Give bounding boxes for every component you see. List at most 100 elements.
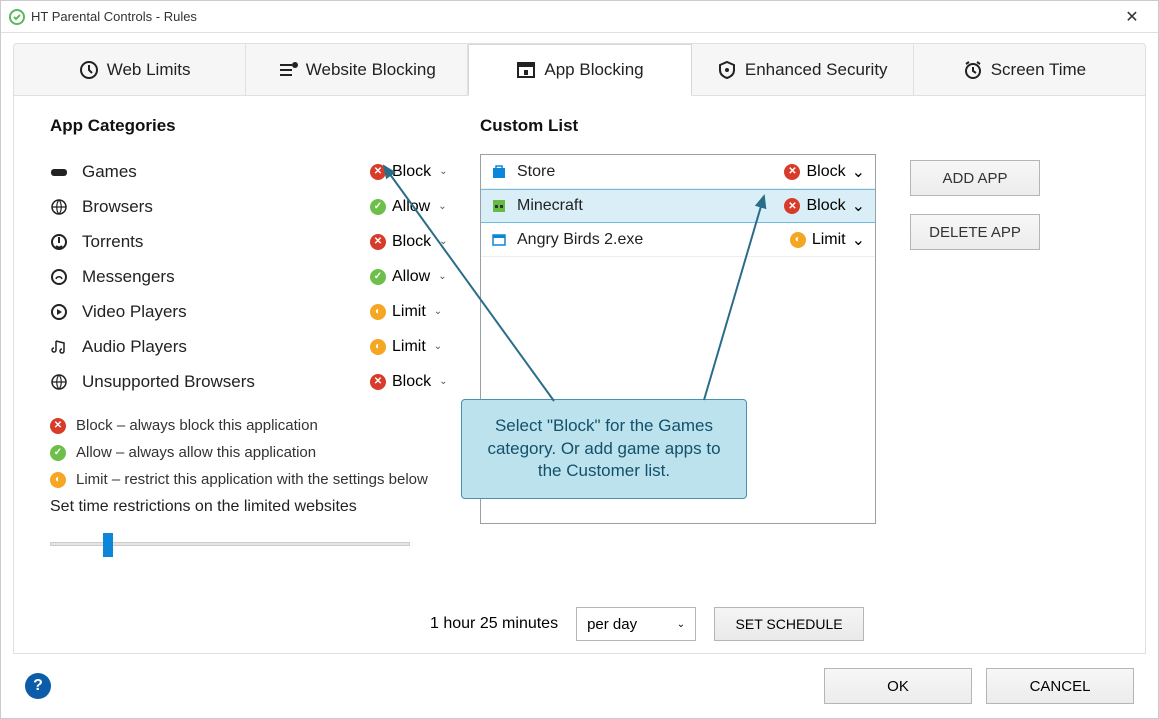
legend-allow: ✓Allow – always allow this application bbox=[50, 444, 460, 461]
chevron-down-icon: ⌄ bbox=[439, 236, 447, 247]
chevron-down-icon: ⌄ bbox=[852, 230, 865, 250]
hint-callout: Select "Block" for the Games category. O… bbox=[461, 399, 747, 499]
limit-icon: ◐ bbox=[50, 472, 66, 488]
app-categories-heading: App Categories bbox=[50, 116, 460, 136]
category-name: Browsers bbox=[82, 197, 370, 217]
content-panel: App Categories Games ✕Block⌄ Browsers ✓A… bbox=[13, 95, 1146, 654]
close-button[interactable]: ✕ bbox=[1114, 7, 1150, 27]
tab-label: Screen Time bbox=[991, 60, 1086, 80]
time-slider[interactable] bbox=[50, 542, 410, 546]
category-name: Video Players bbox=[82, 302, 370, 322]
tab-screen-time[interactable]: Screen Time bbox=[914, 44, 1135, 95]
app-name: Minecraft bbox=[517, 197, 784, 215]
app-window: HT Parental Controls - Rules ✕ Web Limit… bbox=[0, 0, 1159, 719]
time-text: 1 hour 25 minutes bbox=[430, 615, 558, 633]
tab-app-blocking[interactable]: App Blocking bbox=[468, 44, 691, 96]
titlebar: HT Parental Controls - Rules ✕ bbox=[1, 1, 1158, 33]
chat-icon bbox=[50, 268, 68, 286]
list-item-minecraft[interactable]: Minecraft ✕Block⌄ bbox=[481, 189, 875, 223]
legend-block: ✕Block – always block this application bbox=[50, 417, 460, 434]
allow-icon: ✓ bbox=[370, 199, 386, 215]
globe-icon bbox=[50, 198, 68, 216]
tab-label: Website Blocking bbox=[306, 60, 436, 80]
chevron-down-icon: ⌄ bbox=[852, 196, 865, 216]
music-icon bbox=[50, 338, 68, 356]
help-button[interactable]: ? bbox=[25, 673, 51, 699]
list-item-store[interactable]: Store ✕Block⌄ bbox=[481, 155, 875, 189]
category-action-dropdown[interactable]: ◐Limit⌄ bbox=[370, 338, 460, 356]
custom-list-buttons-column: ADD APP DELETE APP bbox=[890, 116, 1109, 643]
chevron-down-icon: ⌄ bbox=[439, 166, 447, 177]
chevron-down-icon: ⌄ bbox=[434, 341, 442, 352]
play-icon bbox=[50, 303, 68, 321]
block-icon: ✕ bbox=[784, 164, 800, 180]
allow-icon: ✓ bbox=[50, 445, 66, 461]
category-action-dropdown[interactable]: ✕Block⌄ bbox=[370, 233, 460, 251]
block-icon: ✕ bbox=[784, 198, 800, 214]
tab-label: Enhanced Security bbox=[745, 60, 888, 80]
tab-label: App Blocking bbox=[544, 60, 643, 80]
category-action-dropdown[interactable]: ✕Block⌄ bbox=[370, 163, 460, 181]
list-action-dropdown[interactable]: ◐Limit⌄ bbox=[790, 230, 865, 250]
category-action-dropdown[interactable]: ◐Limit⌄ bbox=[370, 303, 460, 321]
category-row-audio-players: Audio Players ◐Limit⌄ bbox=[50, 329, 460, 364]
window-title: HT Parental Controls - Rules bbox=[31, 9, 1114, 24]
app-logo-icon bbox=[9, 9, 25, 25]
slider-thumb[interactable] bbox=[103, 533, 113, 557]
custom-list-heading: Custom List bbox=[480, 116, 890, 136]
block-icon: ✕ bbox=[370, 374, 386, 390]
chevron-down-icon: ⌄ bbox=[438, 271, 446, 282]
app-categories-column: App Categories Games ✕Block⌄ Browsers ✓A… bbox=[50, 116, 460, 643]
category-row-messengers: Messengers ✓Allow⌄ bbox=[50, 259, 460, 294]
category-row-browsers: Browsers ✓Allow⌄ bbox=[50, 189, 460, 224]
app-name: Angry Birds 2.exe bbox=[517, 231, 790, 249]
time-restriction-controls: 1 hour 25 minutes per day⌄ SET SCHEDULE bbox=[50, 607, 1109, 641]
limit-icon: ◐ bbox=[370, 339, 386, 355]
chevron-down-icon: ⌄ bbox=[434, 306, 442, 317]
slider-label: Set time restrictions on the limited web… bbox=[50, 498, 460, 516]
chevron-down-icon: ⌄ bbox=[852, 162, 865, 182]
tab-bar: Web Limits Website Blocking App Blocking… bbox=[13, 43, 1146, 95]
tab-label: Web Limits bbox=[107, 60, 191, 80]
dialog-footer: ? OK CANCEL bbox=[1, 654, 1158, 718]
list-action-dropdown[interactable]: ✕Block⌄ bbox=[784, 162, 865, 182]
limit-icon: ◐ bbox=[790, 232, 806, 248]
category-row-video-players: Video Players ◐Limit⌄ bbox=[50, 294, 460, 329]
cancel-button[interactable]: CANCEL bbox=[986, 668, 1134, 704]
delete-app-button[interactable]: DELETE APP bbox=[910, 214, 1040, 250]
alarm-icon bbox=[963, 60, 983, 80]
category-action-dropdown[interactable]: ✕Block⌄ bbox=[370, 373, 460, 391]
tab-enhanced-security[interactable]: Enhanced Security bbox=[692, 44, 914, 95]
category-name: Messengers bbox=[82, 267, 370, 287]
clock-icon bbox=[79, 60, 99, 80]
category-action-dropdown[interactable]: ✓Allow⌄ bbox=[370, 198, 460, 216]
list-action-dropdown[interactable]: ✕Block⌄ bbox=[784, 196, 865, 216]
minecraft-app-icon bbox=[491, 198, 507, 214]
ok-button[interactable]: OK bbox=[824, 668, 972, 704]
tab-website-blocking[interactable]: Website Blocking bbox=[246, 44, 468, 95]
set-schedule-button[interactable]: SET SCHEDULE bbox=[714, 607, 864, 641]
gamepad-icon bbox=[50, 163, 68, 181]
exe-app-icon bbox=[491, 232, 507, 248]
tab-web-limits[interactable]: Web Limits bbox=[24, 44, 246, 95]
per-day-dropdown[interactable]: per day⌄ bbox=[576, 607, 696, 641]
allow-icon: ✓ bbox=[370, 269, 386, 285]
shield-icon bbox=[717, 60, 737, 80]
category-name: Unsupported Browsers bbox=[82, 372, 370, 392]
limit-icon: ◐ bbox=[370, 304, 386, 320]
category-action-dropdown[interactable]: ✓Allow⌄ bbox=[370, 268, 460, 286]
category-name: Games bbox=[82, 162, 370, 182]
chevron-down-icon: ⌄ bbox=[439, 376, 447, 387]
category-row-torrents: Torrents ✕Block⌄ bbox=[50, 224, 460, 259]
legend-limit: ◐Limit – restrict this application with … bbox=[50, 471, 460, 488]
custom-list-column: Custom List Store ✕Block⌄ Minecraft ✕Blo… bbox=[480, 116, 890, 643]
list-item-angry-birds[interactable]: Angry Birds 2.exe ◐Limit⌄ bbox=[481, 223, 875, 257]
category-name: Torrents bbox=[82, 232, 370, 252]
app-name: Store bbox=[517, 163, 784, 181]
category-row-unsupported-browsers: Unsupported Browsers ✕Block⌄ bbox=[50, 364, 460, 399]
torrent-icon bbox=[50, 233, 68, 251]
chevron-down-icon: ⌄ bbox=[438, 201, 446, 212]
block-icon: ✕ bbox=[50, 418, 66, 434]
block-icon: ✕ bbox=[370, 234, 386, 250]
add-app-button[interactable]: ADD APP bbox=[910, 160, 1040, 196]
